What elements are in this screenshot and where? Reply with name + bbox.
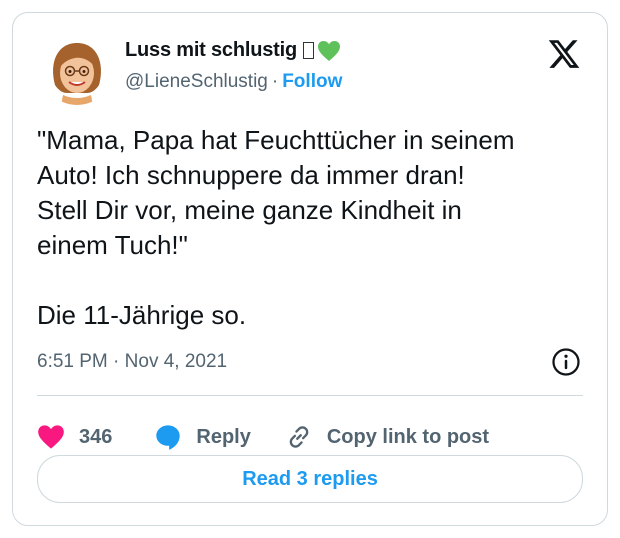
tweet-time: 6:51 PM (37, 351, 108, 372)
author-handle[interactable]: @LieneSchlustig (125, 71, 268, 92)
link-icon (289, 426, 309, 448)
separator-dot: · (271, 71, 279, 92)
follow-button[interactable]: Follow (282, 71, 342, 92)
copy-link-button[interactable]: Copy link to post (285, 423, 489, 451)
tweet-date: Nov 4, 2021 (124, 351, 228, 372)
read-replies-button[interactable]: Read 3 replies (37, 455, 583, 503)
divider (37, 395, 583, 396)
heart-icon (38, 425, 64, 449)
like-count: 346 (79, 425, 113, 448)
author-display-name[interactable]: Luss mit schlustig (125, 39, 297, 62)
author-name-row: Luss mit schlustig (125, 39, 341, 62)
info-icon[interactable] (551, 347, 581, 377)
speech-bubble-icon (156, 425, 181, 450)
green-heart-icon (318, 40, 340, 61)
author-handle-row: @LieneSchlustig · Follow (125, 71, 342, 93)
missing-glyph-icon (303, 42, 314, 59)
read-replies-label: Read 3 replies (242, 467, 378, 490)
avatar[interactable] (41, 33, 113, 105)
x-logo-icon[interactable] (547, 37, 581, 71)
tweet-text: "Mama, Papa hat Feuchttücher in seinem A… (37, 125, 515, 330)
reply-label: Reply (196, 425, 251, 448)
like-button[interactable]: 346 (37, 424, 112, 450)
name-emoji-badge (303, 40, 341, 62)
copy-link-label: Copy link to post (326, 425, 490, 448)
reply-button[interactable]: Reply (154, 423, 251, 451)
tweet-timestamp[interactable]: 6:51 PM · Nov 4, 2021 (37, 351, 227, 373)
meta-separator: · (113, 351, 120, 372)
tweet-card: Luss mit schlustig @LieneSchlustig · Follo… (12, 12, 608, 526)
